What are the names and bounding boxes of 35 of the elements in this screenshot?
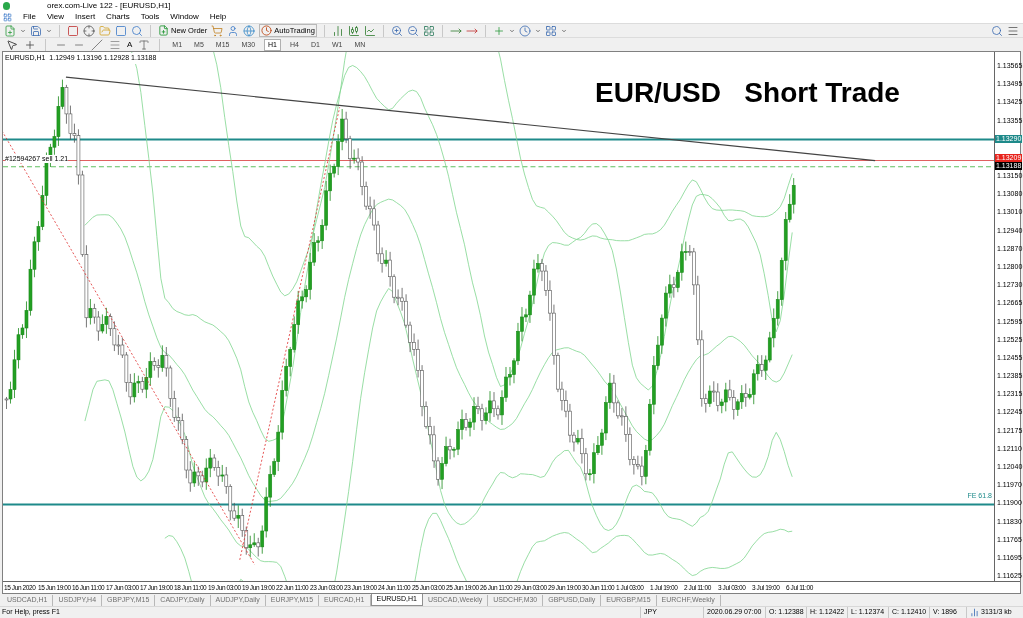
dropdown-icon[interactable] <box>560 27 567 34</box>
menu-item[interactable]: Help <box>209 11 227 23</box>
menu-item[interactable]: View <box>46 11 65 23</box>
chart-title: EUR/USD Short Trade <box>595 79 900 107</box>
folder-icon[interactable] <box>99 24 111 37</box>
crosshair-icon[interactable] <box>83 24 95 37</box>
window-title: orex.com-Live 122 - [EURUSD,H1] <box>47 0 171 12</box>
menu-item[interactable]: Insert <box>75 11 96 23</box>
zoom-in-icon[interactable] <box>390 24 403 37</box>
dropdown-icon[interactable] <box>508 27 515 34</box>
bar-chart-icon[interactable] <box>331 24 344 37</box>
menu-icon[interactable] <box>1007 24 1019 37</box>
menu-item[interactable]: Window <box>170 11 199 23</box>
cursor-icon[interactable] <box>6 38 18 51</box>
crosshair-icon[interactable] <box>24 38 36 51</box>
dropdown-icon[interactable] <box>534 27 541 34</box>
clock-icon <box>261 25 273 36</box>
window-icon[interactable] <box>115 24 127 37</box>
connection-icon <box>970 608 979 617</box>
dropdown-icon[interactable] <box>46 27 52 34</box>
trendline-icon[interactable] <box>91 38 103 51</box>
save-icon[interactable] <box>30 24 42 37</box>
text-tool[interactable]: A <box>127 38 133 51</box>
app-logo-icon <box>3 1 10 10</box>
line-chart-icon[interactable] <box>363 24 376 37</box>
candlestick-icon[interactable] <box>347 24 360 37</box>
search-icon[interactable] <box>991 24 1003 37</box>
text-label-icon[interactable] <box>138 38 151 51</box>
dropdown-icon[interactable] <box>20 27 26 34</box>
menu-item[interactable]: File <box>23 11 36 23</box>
menu-item[interactable]: Tools <box>140 11 160 23</box>
zoom-out-icon[interactable] <box>406 24 419 37</box>
new-order-icon <box>158 25 169 36</box>
menu-item[interactable]: Charts <box>106 11 130 23</box>
globe-icon[interactable] <box>243 24 256 37</box>
